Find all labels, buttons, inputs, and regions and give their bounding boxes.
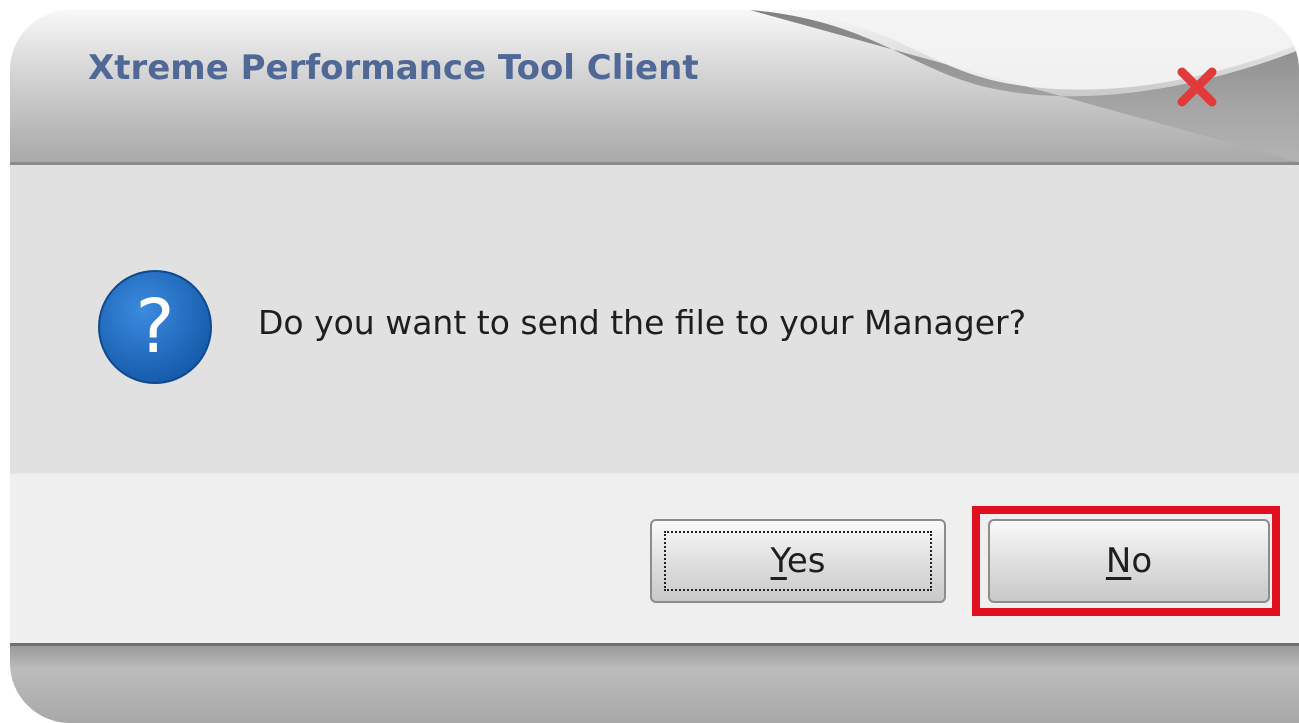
dialog-content: ? Do you want to send the file to your M… [10, 165, 1299, 473]
window-bottom-bar [10, 643, 1299, 723]
no-label-rest: o [1131, 541, 1153, 581]
dialog-window: Xtreme Performance Tool Client ? Do you … [10, 10, 1299, 723]
button-strip: Yes No [10, 473, 1299, 644]
window-title: Xtreme Performance Tool Client [88, 48, 699, 88]
yes-button[interactable]: Yes [650, 519, 946, 603]
no-button[interactable]: No [988, 519, 1270, 603]
question-icon: ? [98, 270, 212, 384]
svg-text:?: ? [135, 284, 174, 370]
no-button-label: No [1106, 541, 1152, 581]
dialog-message: Do you want to send the file to your Man… [258, 303, 1027, 342]
title-bar[interactable]: Xtreme Performance Tool Client [10, 10, 1299, 165]
close-button[interactable] [1172, 62, 1222, 112]
focus-ring [664, 531, 932, 591]
no-accelerator: N [1105, 541, 1132, 581]
close-icon [1177, 67, 1217, 107]
